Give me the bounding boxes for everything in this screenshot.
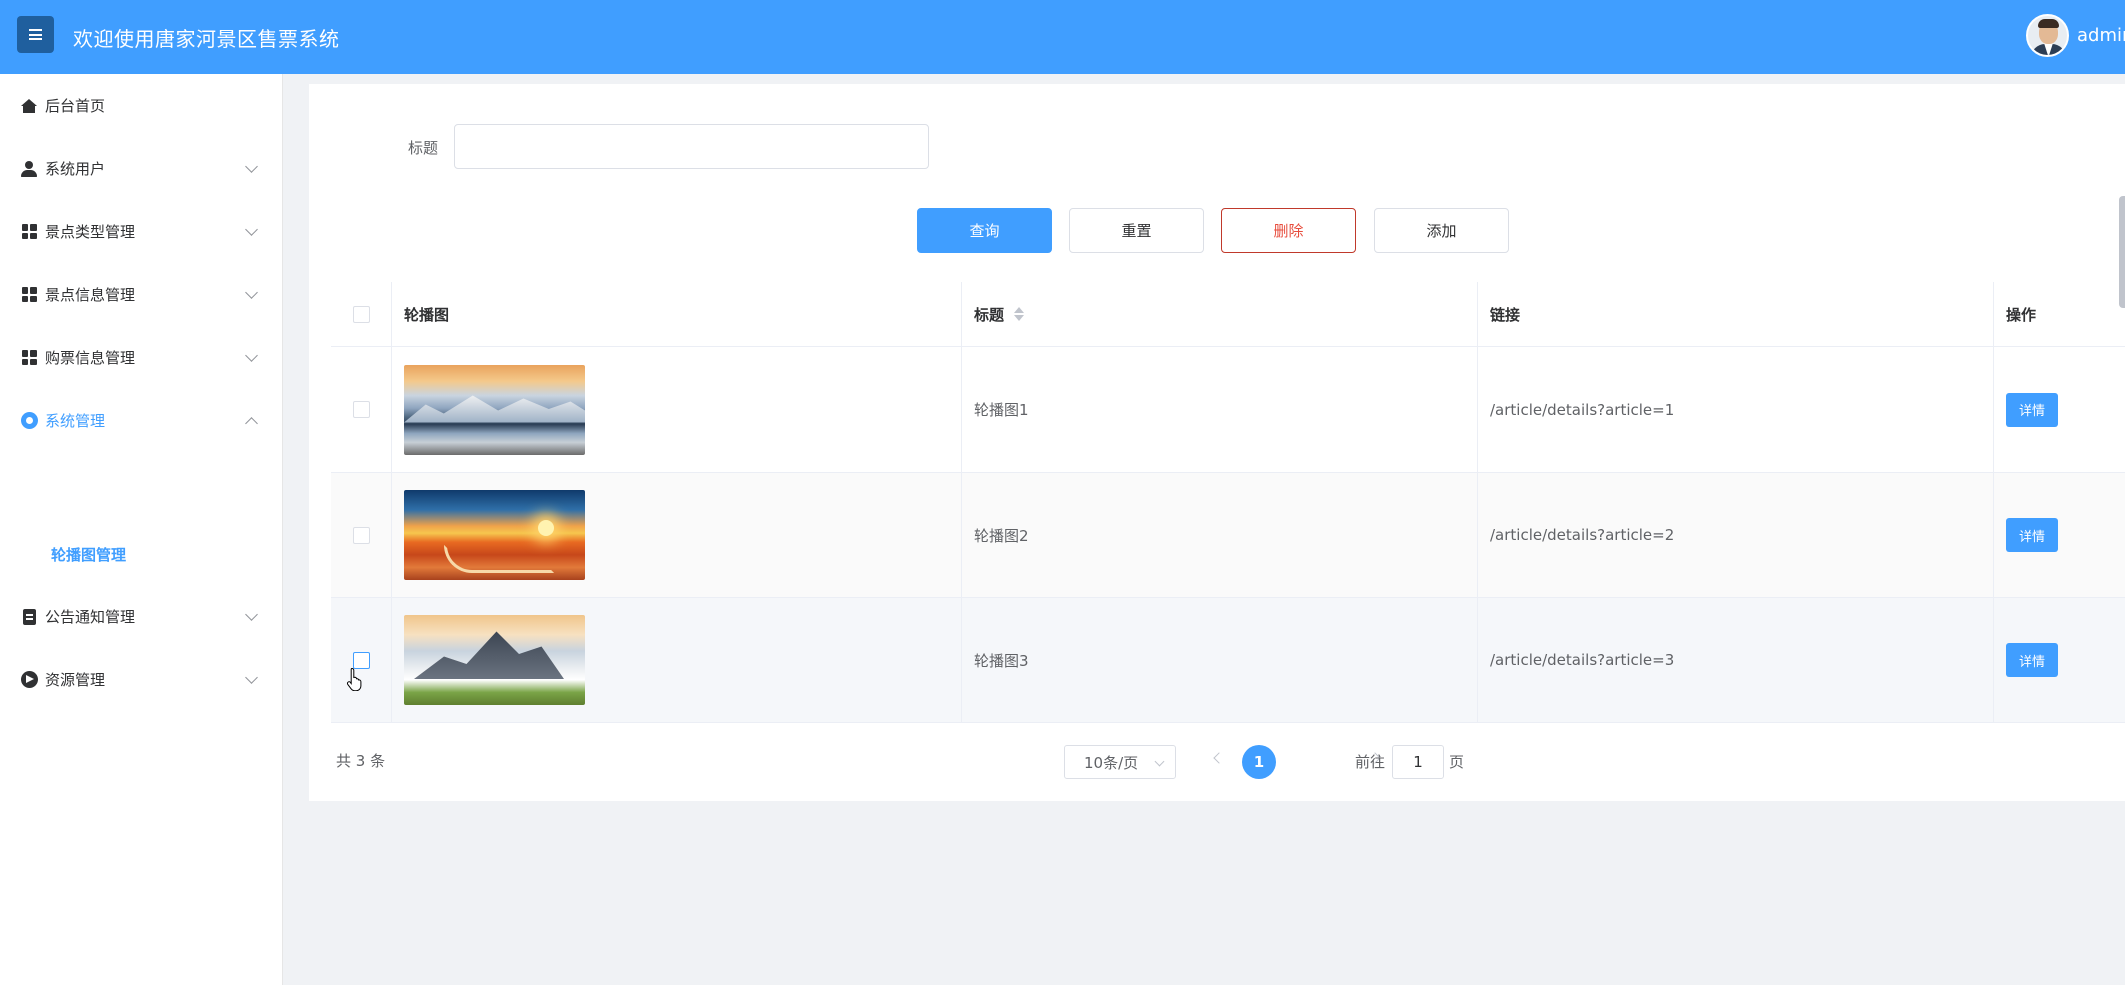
sidebar-item-label: 系统管理	[45, 412, 106, 430]
sidebar-item-ticket-info[interactable]: 购票信息管理	[0, 326, 282, 389]
resource-icon	[20, 671, 38, 689]
row-checkbox[interactable]	[352, 651, 370, 669]
hand-cursor-icon	[346, 667, 362, 691]
mountain-lake-image	[404, 364, 585, 455]
row-checkbox[interactable]	[352, 526, 370, 544]
details-button[interactable]: 详情	[2006, 518, 2058, 552]
details-button[interactable]: 详情	[2006, 643, 2058, 677]
details-button[interactable]: 详情	[2006, 392, 2058, 427]
sidebar-item-label: 景点信息管理	[45, 286, 136, 304]
column-header-link: 链接	[1490, 305, 1521, 324]
sidebar-item-home[interactable]: 后台首页	[0, 74, 282, 137]
document-icon	[20, 608, 38, 626]
table-row: 轮播图1 /article/details?article=1 详情	[331, 347, 2125, 473]
table-row: 轮播图3 /article/details?article=3 详情	[331, 598, 2125, 723]
chevron-down-icon	[245, 670, 258, 684]
total-count: 共 3 条	[336, 752, 386, 770]
sunset-river-image	[404, 490, 585, 580]
grid-icon	[20, 223, 38, 241]
sidebar-item-announcements[interactable]: 公告通知管理	[0, 585, 282, 648]
goto-page-input[interactable]	[1392, 745, 1444, 779]
sidebar-item-system-management[interactable]: 系统管理	[0, 389, 282, 452]
sidebar-item-label: 后台首页	[45, 97, 106, 115]
home-icon	[20, 97, 38, 115]
sea-of-clouds-image	[404, 615, 585, 705]
app-title: 欢迎使用唐家河景区售票系统	[73, 27, 340, 51]
select-all-checkbox[interactable]	[352, 305, 370, 323]
chevron-down-icon	[245, 348, 258, 362]
sidebar-item-spot-types[interactable]: 景点类型管理	[0, 200, 282, 263]
row-title: 轮播图3	[974, 651, 1029, 670]
sidebar-item-spot-info[interactable]: 景点信息管理	[0, 263, 282, 326]
table-header-row: 轮播图 标题 链接 操作	[331, 282, 2125, 347]
menu-toggle-button[interactable]	[17, 16, 54, 53]
sidebar-subitem-carousel[interactable]: 轮播图管理	[0, 525, 282, 585]
page-size-select[interactable]: 10条/页	[1064, 745, 1176, 779]
sidebar-item-label: 景点类型管理	[45, 223, 136, 241]
chevron-down-icon	[1154, 756, 1165, 767]
search-label: 标题	[408, 139, 439, 157]
row-link: /article/details?article=2	[1490, 526, 1675, 544]
row-link: /article/details?article=3	[1490, 651, 1675, 669]
column-header-actions: 操作	[2006, 305, 2037, 324]
goto-prefix: 前往	[1355, 753, 1386, 771]
avatar[interactable]	[2026, 14, 2069, 57]
goto-suffix: 页	[1449, 753, 1465, 771]
sidebar-item-label: 系统用户	[45, 160, 106, 178]
sidebar-item-system-users[interactable]: 系统用户	[0, 137, 282, 200]
query-button[interactable]: 查询	[917, 208, 1052, 253]
column-header-image: 轮播图	[404, 305, 450, 324]
sidebar-item-label: 公告通知管理	[45, 608, 136, 626]
sidebar-subitem-label: 轮播图管理	[51, 546, 127, 564]
chevron-down-icon	[245, 222, 258, 236]
row-title: 轮播图2	[974, 526, 1029, 545]
prev-page-icon[interactable]	[1213, 752, 1225, 764]
chevron-down-icon	[245, 607, 258, 621]
sidebar-item-resources[interactable]: 资源管理	[0, 648, 282, 711]
page-size-value: 10条/页	[1084, 753, 1139, 772]
user-icon	[20, 160, 38, 178]
sidebar-item-label: 资源管理	[45, 671, 106, 689]
hamburger-icon	[29, 29, 42, 40]
scrollbar[interactable]	[2119, 196, 2125, 308]
sidebar: 后台首页 系统用户 景点类型管理 景点信息管理 购票信息管理 系统管理 轮播图管…	[0, 74, 283, 985]
grid-icon	[20, 286, 38, 304]
grid-icon	[20, 349, 38, 367]
page-number-current[interactable]: 1	[1242, 745, 1276, 779]
chevron-up-icon	[245, 416, 258, 430]
column-header-title[interactable]: 标题	[974, 304, 1004, 325]
username[interactable]: admin	[2077, 25, 2125, 46]
reset-button[interactable]: 重置	[1069, 208, 1204, 253]
chevron-down-icon	[245, 159, 258, 173]
row-title: 轮播图1	[974, 401, 1029, 419]
table-row: 轮播图2 /article/details?article=2 详情	[331, 473, 2125, 598]
title-search-input[interactable]	[454, 124, 929, 169]
gear-icon	[20, 412, 38, 430]
delete-button[interactable]: 删除	[1221, 208, 1356, 253]
sort-icon[interactable]	[1014, 307, 1025, 321]
row-checkbox[interactable]	[352, 401, 370, 418]
top-header: 欢迎使用唐家河景区售票系统 admin	[0, 0, 2125, 74]
chevron-down-icon	[245, 285, 258, 299]
row-link: /article/details?article=1	[1490, 400, 1675, 419]
add-button[interactable]: 添加	[1374, 208, 1509, 253]
main-panel: 标题 查询 重置 删除 添加 轮播图 标题 链接 操作 轮播图1 /articl…	[309, 84, 2125, 801]
sidebar-item-label: 购票信息管理	[45, 349, 136, 367]
